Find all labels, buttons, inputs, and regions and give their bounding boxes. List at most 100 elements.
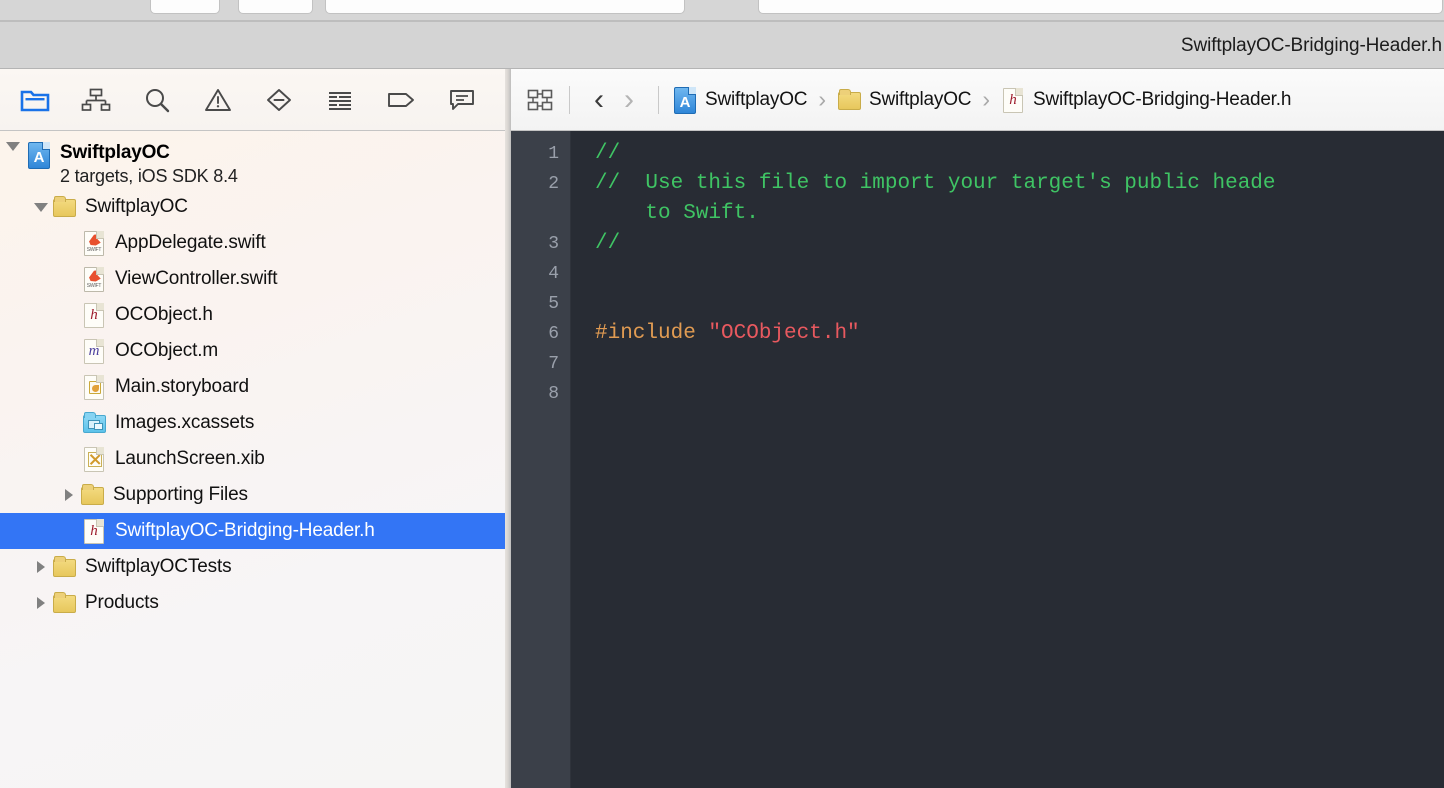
code-line: //: [595, 139, 1444, 169]
tree-row-appdelegate-swift[interactable]: SWIFT AppDelegate.swift: [0, 225, 509, 261]
line-number: 8: [548, 384, 559, 404]
test-navigator-tab[interactable]: [258, 80, 300, 120]
navigate-back-button[interactable]: ‹: [584, 84, 614, 115]
code-line: // Use this file to import your target's…: [595, 169, 1444, 199]
tree-row-images-xcassets[interactable]: Images.xcassets: [0, 405, 509, 441]
line-number: 3: [548, 234, 559, 254]
window-titlebar: SwiftplayOC-Bridging-Header.h: [0, 22, 1444, 69]
window-toolbar-strip: [0, 0, 1444, 22]
hierarchy-icon: [81, 88, 111, 111]
code-line: //: [595, 229, 1444, 259]
tree-row-group-swiftplayoc[interactable]: SwiftplayOC: [0, 189, 509, 225]
project-subtitle: 2 targets, iOS SDK 8.4: [60, 166, 238, 186]
window-title: SwiftplayOC-Bridging-Header.h: [1180, 35, 1442, 56]
header-file-icon: h: [82, 302, 106, 328]
breadcrumb-item-project[interactable]: A SwiftplayOC: [673, 86, 808, 114]
code-token-comment: to Swift.: [595, 202, 759, 225]
tree-row-products[interactable]: Products: [0, 585, 509, 621]
code-token-string: "OCObject.h": [708, 322, 860, 345]
debug-navigator-tab[interactable]: [319, 80, 361, 120]
tree-row-supporting-files[interactable]: Supporting Files: [0, 477, 509, 513]
find-navigator-tab[interactable]: [136, 80, 178, 120]
tree-row-viewcontroller-swift[interactable]: SWIFT ViewController.swift: [0, 261, 509, 297]
disclosure-triangle-supporting-files[interactable]: [58, 489, 80, 501]
line-number: 6: [548, 324, 559, 344]
tree-item-label: AppDelegate.swift: [115, 232, 266, 253]
code-editor[interactable]: 1 2 3 4 5 6 7 8 // // Use this file to i…: [511, 131, 1444, 788]
swift-file-icon: SWIFT: [82, 230, 106, 256]
tree-row-launchscreen-xib[interactable]: LaunchScreen.xib: [0, 441, 509, 477]
tree-item-label: SwiftplayOC: [85, 196, 188, 217]
disclosure-triangle-products[interactable]: [30, 597, 52, 609]
breadcrumb-separator-icon: ›: [818, 86, 826, 112]
tree-item-label: LaunchScreen.xib: [115, 448, 265, 469]
line-number: 2: [548, 174, 559, 194]
xib-icon: [82, 446, 106, 472]
navigator-file-tree: A SwiftplayOC 2 targets, iOS SDK 8.4 Swi…: [0, 131, 509, 788]
log-navigator-tab[interactable]: [441, 80, 483, 120]
tree-item-label: OCObject.m: [115, 340, 219, 361]
jumpbar-divider-1: [569, 85, 570, 114]
tree-item-label: Supporting Files: [113, 484, 248, 505]
breadcrumb-item-file[interactable]: h SwiftplayOC-Bridging-Header.h: [1001, 87, 1291, 113]
symbol-navigator-tab[interactable]: [75, 80, 117, 120]
toolbar-pill-run-stop[interactable]: [150, 0, 220, 14]
disclosure-triangle-project[interactable]: [2, 142, 24, 151]
speech-bubble-icon: [450, 89, 474, 110]
code-text-area[interactable]: // // Use this file to import your targe…: [571, 131, 1444, 788]
line-number-spacer: [511, 199, 570, 229]
tree-row-bridging-header[interactable]: h SwiftplayOC-Bridging-Header.h: [0, 513, 509, 549]
header-file-icon: h: [82, 518, 106, 544]
navigate-forward-button[interactable]: ›: [614, 84, 644, 115]
code-token-comment: //: [595, 232, 621, 255]
storyboard-icon: [82, 374, 106, 400]
code-token-comment: //: [595, 142, 621, 165]
folder-icon: [837, 87, 861, 113]
xcode-project-icon: A: [673, 86, 697, 114]
folder-icon: [52, 554, 76, 580]
tree-row-ocobject-h[interactable]: h OCObject.h: [0, 297, 509, 333]
disclosure-triangle-tests[interactable]: [30, 561, 52, 573]
line-number-gutter: 1 2 3 4 5 6 7 8: [511, 131, 571, 788]
line-number: 1: [548, 144, 559, 164]
breadcrumb-label: SwiftplayOC: [705, 88, 808, 110]
code-token-comment: // Use this file to import your target's…: [595, 172, 1276, 195]
code-token-preprocessor: #include: [595, 322, 709, 345]
toolbar-pill-editor-mode[interactable]: [758, 0, 1443, 14]
breadcrumb-label: SwiftplayOC: [869, 88, 972, 110]
tree-item-label: Products: [85, 592, 159, 613]
xcassets-icon: [82, 410, 106, 436]
related-items-grid-icon[interactable]: [525, 87, 555, 113]
swift-file-icon: SWIFT: [82, 266, 106, 292]
folder-icon: [52, 590, 76, 616]
issue-navigator-tab[interactable]: [197, 80, 239, 120]
tree-row-project-root[interactable]: A SwiftplayOC 2 targets, iOS SDK 8.4: [0, 139, 509, 189]
line-number: 5: [548, 294, 559, 314]
tree-item-label: SwiftplayOCTests: [85, 556, 232, 577]
header-file-icon: h: [1001, 87, 1025, 113]
line-number: 7: [548, 354, 559, 374]
folder-icon: [80, 482, 104, 508]
objc-file-icon: m: [82, 338, 106, 364]
line-number: 4: [548, 264, 559, 284]
toolbar-pill-scheme[interactable]: [238, 0, 313, 14]
xcode-window: SwiftplayOC-Bridging-Header.h A Swiftpla…: [0, 0, 1444, 788]
breadcrumb-item-group[interactable]: SwiftplayOC: [837, 87, 972, 113]
disclosure-triangle-swiftplayoc[interactable]: [30, 202, 52, 212]
breadcrumb-label: SwiftplayOC-Bridging-Header.h: [1033, 88, 1292, 110]
breakpoint-navigator-tab[interactable]: [380, 80, 422, 120]
tree-row-swiftplayoctests[interactable]: SwiftplayOCTests: [0, 549, 509, 585]
jumpbar-divider-2: [658, 85, 659, 114]
tree-item-label: Main.storyboard: [115, 376, 249, 397]
tree-item-label: OCObject.h: [115, 304, 213, 325]
tree-row-main-storyboard[interactable]: Main.storyboard: [0, 369, 509, 405]
project-navigator-tab[interactable]: [14, 80, 56, 120]
tag-arrow-icon: [388, 92, 414, 107]
navigator-tab-bar: [0, 69, 509, 131]
toolbar-pill-activity-view[interactable]: [325, 0, 685, 14]
tree-row-ocobject-m[interactable]: m OCObject.m: [0, 333, 509, 369]
diamond-minus-icon: [267, 88, 291, 111]
